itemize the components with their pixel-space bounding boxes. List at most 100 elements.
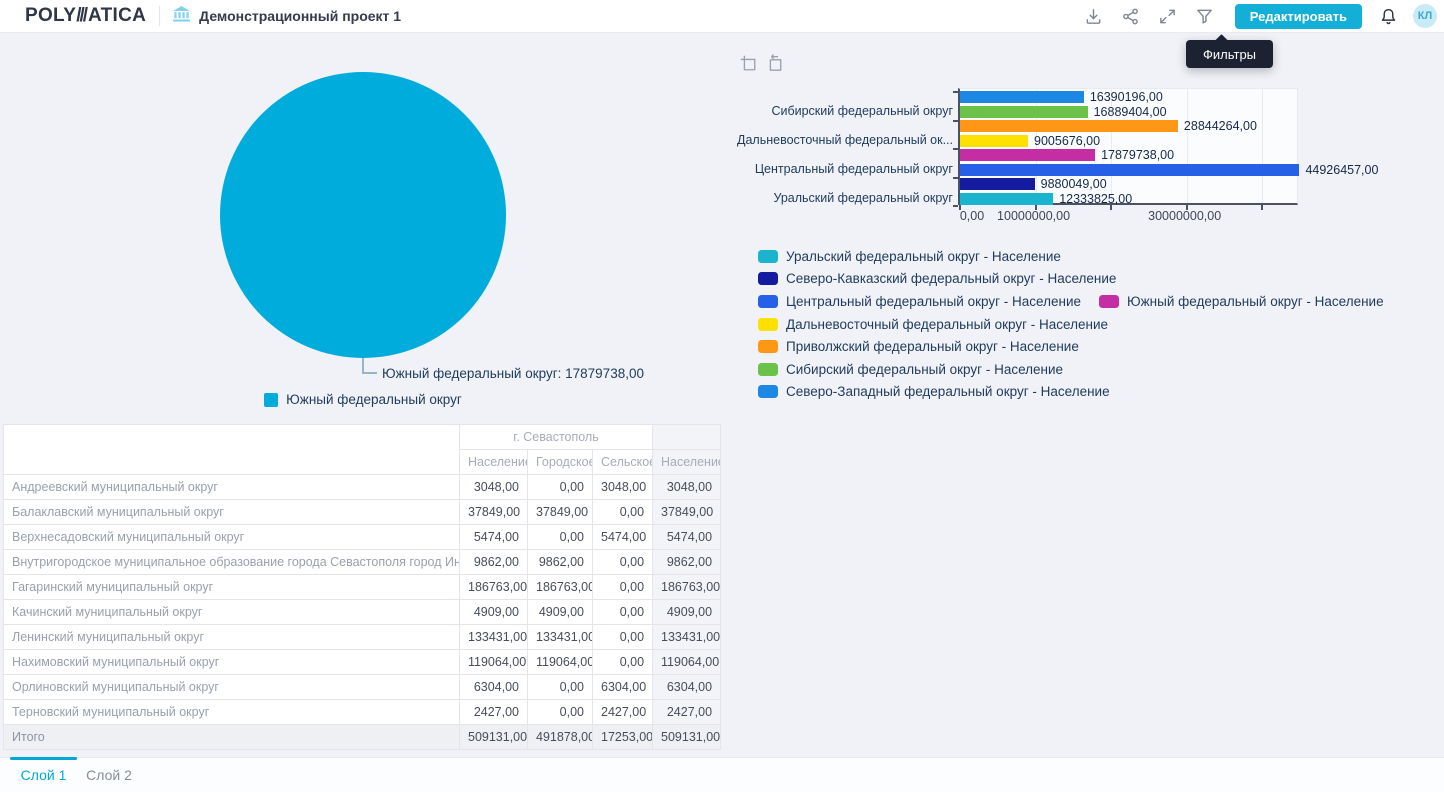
table-row: Гагаринский муниципальный округ186763,00… xyxy=(4,575,721,600)
value-cell: 0,00 xyxy=(593,575,653,600)
column-header: Население xyxy=(460,450,528,475)
bar[interactable] xyxy=(960,149,1095,161)
download-icon[interactable] xyxy=(1075,7,1112,26)
bar[interactable] xyxy=(960,106,1088,118)
value-cell: 119064,00 xyxy=(528,650,593,675)
legend-row: Уральский федеральный округ - Население xyxy=(758,245,1384,268)
bar-value-label: 12333825,00 xyxy=(1059,193,1132,205)
bar-legend-item[interactable]: Уральский федеральный округ - Население xyxy=(758,249,1061,264)
bar-plot-area: 16390196,0016889404,0028844264,009005676… xyxy=(958,88,1298,205)
notifications-bell-icon[interactable] xyxy=(1376,7,1400,26)
pivot-table: г. СевастопольНаселениеГородскоеСельское… xyxy=(3,424,721,750)
x-tick-label: 10000000,00 xyxy=(997,209,1070,223)
corner-header-cell xyxy=(4,425,460,475)
bar[interactable] xyxy=(960,178,1035,190)
bar[interactable] xyxy=(960,193,1053,205)
bar-legend-item[interactable]: Северо-Западный федеральный округ - Насе… xyxy=(758,384,1110,399)
total-row: Итого509131,00491878,0017253,00509131,00 xyxy=(4,725,721,750)
legend-row: Приволжский федеральный округ - Населени… xyxy=(758,335,1384,358)
row-label-cell: Андреевский муниципальный округ xyxy=(4,475,460,500)
value-cell: 37849,00 xyxy=(528,500,593,525)
value-cell: 0,00 xyxy=(593,625,653,650)
value-cell: 3048,00 xyxy=(460,475,528,500)
share-icon[interactable] xyxy=(1112,7,1149,26)
legend-swatch xyxy=(758,250,778,263)
pie-callout-connector xyxy=(362,358,364,373)
bar[interactable] xyxy=(960,91,1084,103)
legend-label: Центральный федеральный округ - Населени… xyxy=(786,294,1081,309)
value-cell: 4909,00 xyxy=(460,600,528,625)
value-cell: 133431,00 xyxy=(528,625,593,650)
value-cell: 186763,00 xyxy=(460,575,528,600)
bar-legend-item[interactable]: Северо-Кавказский федеральный округ - На… xyxy=(758,271,1116,286)
table-row: Внутригородское муниципальное образовани… xyxy=(4,550,721,575)
value-cell: 133431,00 xyxy=(653,625,721,650)
pie-legend-item[interactable]: Южный федеральный округ xyxy=(264,392,462,407)
bar-legend-item[interactable]: Сибирский федеральный округ - Население xyxy=(758,362,1063,377)
column-header: Сельское xyxy=(593,450,653,475)
pivot-table-widget: г. СевастопольНаселениеГородскоеСельское… xyxy=(3,424,721,750)
bar-value-label: 16889404,00 xyxy=(1094,106,1167,118)
bar-x-axis-labels: 0,00 10000000,00 30000000,00 xyxy=(958,209,1318,225)
pie-slice[interactable] xyxy=(220,72,506,358)
selection-zoom-icon[interactable] xyxy=(739,54,757,77)
bar[interactable] xyxy=(960,120,1178,132)
legend-swatch xyxy=(264,393,278,407)
bar-value-label: 9880049,00 xyxy=(1041,178,1107,190)
value-cell: 119064,00 xyxy=(460,650,528,675)
bar-value-label: 28844264,00 xyxy=(1184,120,1257,132)
legend-label: Северо-Кавказский федеральный округ - На… xyxy=(786,271,1116,286)
layer-tab[interactable]: Слой 2 xyxy=(77,758,141,792)
reset-zoom-icon[interactable] xyxy=(765,54,783,77)
row-label-cell: Качинский муниципальный округ xyxy=(4,600,460,625)
layer-tab[interactable]: Слой 1 xyxy=(10,758,77,792)
bar-legend-item[interactable]: Приволжский федеральный округ - Населени… xyxy=(758,339,1079,354)
bar-legend-item[interactable]: Центральный федеральный округ - Населени… xyxy=(758,294,1081,309)
user-avatar[interactable]: КЛ xyxy=(1413,4,1437,28)
value-cell: 0,00 xyxy=(593,500,653,525)
bar-legend-item[interactable]: Дальневосточный федеральный округ - Насе… xyxy=(758,317,1108,332)
value-cell: 3048,00 xyxy=(593,475,653,500)
x-tick-label: 0,00 xyxy=(960,209,984,223)
value-cell: 3048,00 xyxy=(653,475,721,500)
value-cell: 0,00 xyxy=(528,700,593,725)
total-value-cell: 509131,00 xyxy=(653,725,721,750)
bar-value-label: 17879738,00 xyxy=(1101,149,1174,161)
legend-label: Южный федеральный округ - Население xyxy=(1127,294,1384,309)
legend-row: Центральный федеральный округ - Населени… xyxy=(758,290,1384,313)
pie-legend: Южный федеральный округ xyxy=(150,392,576,407)
bar-legend-item[interactable]: Южный федеральный округ - Население xyxy=(1099,294,1384,309)
legend-label: Северо-Западный федеральный округ - Насе… xyxy=(786,384,1110,399)
bar[interactable] xyxy=(960,135,1028,147)
bar-value-label: 16390196,00 xyxy=(1090,91,1163,103)
header-divider xyxy=(159,6,160,26)
value-cell: 0,00 xyxy=(528,475,593,500)
row-label-cell: Гагаринский муниципальный округ xyxy=(4,575,460,600)
legend-swatch xyxy=(758,318,778,331)
row-label-cell: Орлиновский муниципальный округ xyxy=(4,675,460,700)
value-cell: 6304,00 xyxy=(653,675,721,700)
bar[interactable] xyxy=(960,164,1299,176)
filter-icon[interactable] xyxy=(1186,7,1223,26)
value-cell: 0,00 xyxy=(593,550,653,575)
legend-swatch xyxy=(758,295,778,308)
edit-button[interactable]: Редактировать xyxy=(1235,4,1362,29)
value-cell: 2427,00 xyxy=(460,700,528,725)
filters-tooltip: Фильтры xyxy=(1186,40,1273,68)
header-cell xyxy=(653,425,721,450)
table-row: Нахимовский муниципальный округ119064,00… xyxy=(4,650,721,675)
total-label-cell: Итого xyxy=(4,725,460,750)
legend-label: Дальневосточный федеральный округ - Насе… xyxy=(786,317,1108,332)
legend-row: Сибирский федеральный округ - Население xyxy=(758,358,1384,381)
app-header: POLY///ATICA Демонстрационный проект 1 xyxy=(0,0,1444,33)
fullscreen-icon[interactable] xyxy=(1149,7,1186,26)
x-tick-label: 30000000,00 xyxy=(1148,209,1221,223)
table-row: Терновский муниципальный округ2427,000,0… xyxy=(4,700,721,725)
y-tick xyxy=(953,148,958,150)
bar-legend: Уральский федеральный округ - Население С… xyxy=(758,245,1384,403)
value-cell: 9862,00 xyxy=(460,550,528,575)
y-category-label: Уральский федеральный округ xyxy=(773,190,953,206)
total-value-cell: 491878,00 xyxy=(528,725,593,750)
y-category-label: Центральный федеральный округ xyxy=(755,161,953,177)
value-cell: 37849,00 xyxy=(653,500,721,525)
